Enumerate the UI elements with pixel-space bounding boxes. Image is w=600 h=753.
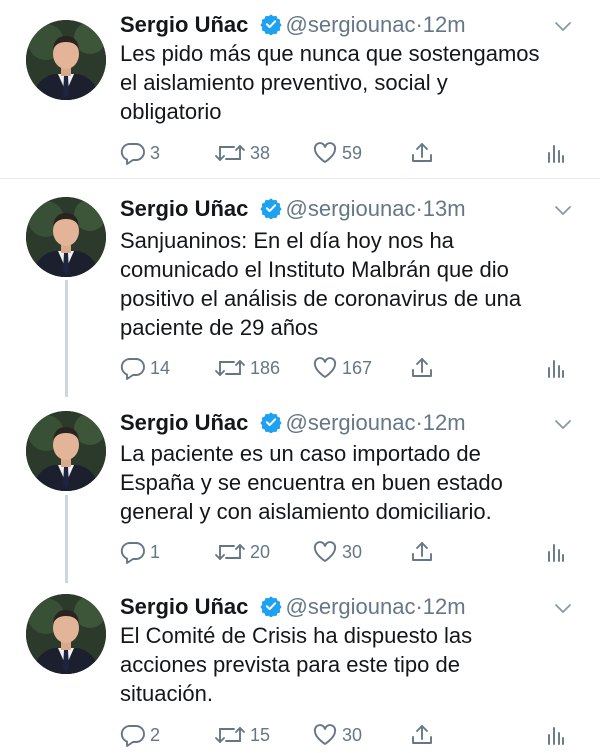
author-handle[interactable]: @sergiounac	[286, 12, 416, 37]
share-icon	[410, 540, 434, 564]
chevron-down-icon[interactable]	[554, 204, 572, 216]
analytics-button[interactable]	[546, 354, 566, 382]
analytics-icon	[546, 724, 566, 746]
separator: ·	[415, 594, 423, 619]
author-name[interactable]: Sergio Uñac	[120, 196, 248, 221]
tweet-divider	[0, 178, 600, 179]
like-button[interactable]: 167	[312, 354, 372, 382]
tweet-timestamp[interactable]: 12m	[423, 12, 466, 37]
retweet-button[interactable]: 15	[214, 721, 270, 749]
chevron-down-icon[interactable]	[554, 20, 572, 32]
retweet-count: 38	[250, 142, 271, 163]
tweet-actions: 1 20 30	[120, 538, 580, 566]
tweet-actions: 3 38 59	[120, 139, 580, 167]
retweet-count: 20	[250, 541, 271, 562]
heart-icon	[312, 356, 338, 380]
like-count: 30	[342, 541, 363, 562]
tweet-header: Sergio Uñac @sergiounac·12m	[120, 590, 466, 624]
retweet-count: 15	[250, 724, 271, 745]
author-name[interactable]: Sergio Uñac	[120, 410, 248, 435]
author-name[interactable]: Sergio Uñac	[120, 12, 248, 37]
tweet-actions: 14 186 167	[120, 354, 580, 382]
retweet-button[interactable]: 20	[214, 538, 270, 566]
tweet-actions: 2 15 30	[120, 721, 580, 749]
share-button[interactable]	[410, 139, 434, 167]
analytics-icon	[546, 142, 566, 164]
tweet-timestamp[interactable]: 12m	[423, 594, 466, 619]
like-count: 167	[342, 357, 373, 378]
thread-connector	[65, 280, 68, 397]
reply-count: 14	[150, 357, 171, 378]
like-button[interactable]: 59	[312, 139, 362, 167]
separator: ·	[415, 410, 423, 435]
retweet-icon	[214, 541, 246, 563]
reply-count: 3	[150, 142, 161, 163]
verified-badge-icon	[248, 12, 285, 37]
like-count: 59	[342, 142, 363, 163]
author-handle[interactable]: @sergiounac	[286, 410, 416, 435]
retweet-icon	[214, 724, 246, 746]
analytics-icon	[546, 357, 566, 379]
analytics-icon	[546, 541, 566, 563]
author-handle[interactable]: @sergiounac	[286, 594, 416, 619]
tweet-text: Les pido más que nunca que sostengamos e…	[120, 41, 540, 124]
separator: ·	[415, 12, 423, 37]
share-button[interactable]	[410, 538, 434, 566]
separator: ·	[415, 196, 423, 221]
retweet-count: 186	[250, 357, 281, 378]
reply-count: 2	[150, 724, 161, 745]
heart-icon	[312, 723, 338, 747]
share-button[interactable]	[410, 721, 434, 749]
chevron-down-icon[interactable]	[554, 418, 572, 430]
retweet-button[interactable]: 38	[214, 139, 270, 167]
tweet-text: La paciente es un caso importado de Espa…	[120, 441, 503, 524]
author-handle[interactable]: @sergiounac	[286, 196, 416, 221]
reply-button[interactable]: 14	[120, 354, 170, 382]
avatar[interactable]	[26, 594, 106, 674]
tweet-text: El Comité de Crisis ha dispuesto las acc…	[120, 623, 473, 706]
share-icon	[410, 723, 434, 747]
avatar[interactable]	[26, 411, 106, 491]
analytics-button[interactable]	[546, 538, 566, 566]
retweet-button[interactable]: 186	[214, 354, 280, 382]
verified-badge-icon	[248, 196, 285, 221]
reply-button[interactable]: 3	[120, 139, 160, 167]
heart-icon	[312, 141, 338, 165]
reply-icon	[120, 356, 146, 380]
reply-icon	[120, 723, 146, 747]
reply-button[interactable]: 2	[120, 721, 160, 749]
tweet-header: Sergio Uñac @sergiounac·13m	[120, 192, 466, 226]
like-button[interactable]: 30	[312, 538, 362, 566]
analytics-button[interactable]	[546, 139, 566, 167]
avatar[interactable]	[26, 197, 106, 277]
tweet-timestamp[interactable]: 13m	[423, 196, 466, 221]
reply-count: 1	[150, 541, 161, 562]
retweet-icon	[214, 357, 246, 379]
analytics-button[interactable]	[546, 721, 566, 749]
verified-badge-icon	[248, 594, 285, 619]
reply-button[interactable]: 1	[120, 538, 160, 566]
share-icon	[410, 356, 434, 380]
verified-badge-icon	[248, 410, 285, 435]
thread-connector	[65, 495, 68, 583]
share-button[interactable]	[410, 354, 434, 382]
share-icon	[410, 141, 434, 165]
chevron-down-icon[interactable]	[554, 602, 572, 614]
like-button[interactable]: 30	[312, 721, 362, 749]
tweet-header: Sergio Uñac @sergiounac·12m	[120, 406, 466, 440]
author-name[interactable]: Sergio Uñac	[120, 594, 248, 619]
reply-icon	[120, 540, 146, 564]
tweet-text: Sanjuaninos: En el día hoy nos ha comuni…	[120, 228, 522, 340]
heart-icon	[312, 540, 338, 564]
tweet-header: Sergio Uñac @sergiounac·12m	[120, 8, 466, 42]
retweet-icon	[214, 142, 246, 164]
avatar[interactable]	[26, 20, 106, 100]
reply-icon	[120, 141, 146, 165]
tweet-timestamp[interactable]: 12m	[423, 410, 466, 435]
like-count: 30	[342, 724, 363, 745]
